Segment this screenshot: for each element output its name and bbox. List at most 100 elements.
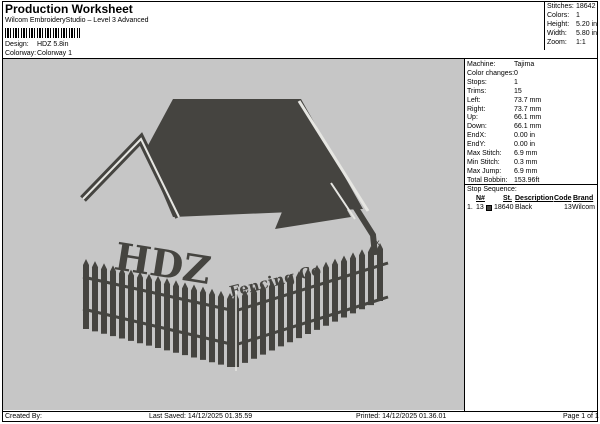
info-value: 0.00 in <box>514 141 536 149</box>
worksheet-title: Production Worksheet <box>5 2 133 16</box>
fence-picket <box>128 269 134 341</box>
info-value: 73.7 mm <box>514 96 542 104</box>
fence-picket <box>182 282 188 356</box>
barcode <box>5 28 80 38</box>
fence-picket <box>368 246 374 306</box>
footer-printed: Printed: 14/12/2025 01.36.01 <box>356 413 447 420</box>
machine-info-row: Right: 73.7 mm <box>467 105 541 113</box>
hdz-lettering: HDZ <box>112 233 214 293</box>
fence-picket <box>251 286 257 359</box>
stat-label: Height: <box>547 21 570 28</box>
row-description: Black <box>515 204 533 211</box>
fence-picket <box>92 261 98 332</box>
machine-info-row: EndX: 0.00 in <box>467 132 535 140</box>
row-index: 1. <box>467 204 473 211</box>
fence-picket <box>242 289 248 363</box>
info-label: Trims: <box>467 87 487 95</box>
header-n: N# <box>476 195 485 202</box>
info-value: 6.9 mm <box>514 150 538 157</box>
info-label: Max Stitch: <box>467 150 502 157</box>
stat-label: Width: <box>547 30 567 37</box>
machine-info-row: Machine: Tajima <box>467 61 534 68</box>
stat-value: 5.80 in <box>576 30 598 37</box>
machine-info-row: Up: 66.1 mm <box>467 114 541 121</box>
machine-info-row: EndY: 0.00 in <box>467 141 535 149</box>
info-value: 6.9 mm <box>514 167 538 175</box>
fence-picket <box>269 280 275 351</box>
colorway-field: Colorway: Colorway 1 <box>5 50 72 57</box>
info-value: 73.7 mm <box>514 105 542 113</box>
stat-height: Height: 5.20 in <box>547 21 597 28</box>
fence-picket <box>218 290 224 365</box>
machine-info-row: Color changes: 0 <box>467 69 518 77</box>
info-label: Min Stitch: <box>467 158 500 166</box>
header-brand: Brand <box>573 195 594 202</box>
info-value: 0.3 mm <box>514 158 538 166</box>
info-label: EndX: <box>467 132 487 140</box>
machine-info-row: Total Bobbin: 153.96ft <box>467 176 539 184</box>
stat-label: Zoom: <box>547 39 567 46</box>
stat-label: Colors: <box>547 12 570 19</box>
design-field: Design: HDZ 5.8in <box>5 41 69 48</box>
info-label: EndY: <box>467 141 486 149</box>
stop-sequence-divider <box>464 184 598 185</box>
machine-info-row: Trims: 15 <box>467 87 522 95</box>
stop-sequence-title: Stop Sequence: <box>467 186 517 193</box>
fence-picket <box>359 249 365 310</box>
header-st: St. <box>503 195 512 202</box>
colorway-label: Colorway: <box>5 50 37 57</box>
info-label: Down: <box>467 123 487 131</box>
footer-page: Page 1 of 1 <box>563 413 599 420</box>
design-label: Design: <box>5 41 29 48</box>
stat-label: Stitches: <box>547 3 574 10</box>
machine-info-row: Stops: 1 <box>467 79 518 86</box>
info-value: 66.1 mm <box>514 123 542 131</box>
stat-width: Width: 5.80 in <box>547 30 597 37</box>
software-subtitle: Wilcom EmbroideryStudio – Level 3 Advanc… <box>5 17 149 24</box>
fence-picket <box>341 255 347 318</box>
info-value: 15 <box>514 87 522 95</box>
info-value: Tajima <box>514 61 535 68</box>
info-label: Color changes: <box>467 69 515 77</box>
thread-color-swatch <box>486 205 492 211</box>
fence-picket <box>83 259 89 329</box>
design-value: HDZ 5.8in <box>37 41 69 48</box>
fence-picket <box>350 252 356 314</box>
stat-stitches: Stitches: 18642 <box>547 3 595 10</box>
colorway-value: Colorway 1 <box>37 50 73 57</box>
header-description: Description <box>515 195 554 202</box>
fence-picket <box>191 284 197 358</box>
fence-picket <box>146 273 152 346</box>
info-label: Max Jump: <box>467 167 502 175</box>
machine-info-row: Max Jump: 6.9 mm <box>467 167 537 175</box>
row-brand: Wilcom <box>572 204 595 211</box>
fence-picket <box>377 243 383 301</box>
stat-value: 5.20 in <box>576 21 598 28</box>
footer-divider <box>3 411 598 412</box>
info-label: Total Bobbin: <box>467 176 508 184</box>
footer-created-by: Created By: <box>5 413 42 420</box>
roof-small-outline <box>346 195 378 256</box>
fence-picket <box>164 278 170 351</box>
fence-picket <box>278 277 284 347</box>
row-code: 13 <box>564 204 572 211</box>
stat-value: 1 <box>576 12 580 19</box>
info-value: 0 <box>514 69 518 77</box>
design-preview: HDZ Fencing Co x <box>3 59 464 410</box>
row-st: 18640 <box>494 204 514 211</box>
fence-picket <box>137 271 143 344</box>
info-value: 0.00 in <box>514 132 536 140</box>
fence-picket <box>260 283 266 355</box>
stat-colors: Colors: 1 <box>547 12 580 19</box>
stat-value: 18642 <box>576 3 596 10</box>
stat-zoom: Zoom: 1:1 <box>547 39 586 46</box>
info-label: Right: <box>467 105 486 113</box>
machine-info-row: Down: 66.1 mm <box>467 123 541 131</box>
stat-value: 1:1 <box>576 39 586 46</box>
info-value: 153.96ft <box>514 176 540 184</box>
info-value: 1 <box>514 78 518 86</box>
fence-picket <box>173 280 179 353</box>
header-code: Code <box>554 195 572 202</box>
info-value: 66.1 mm <box>514 114 542 122</box>
fence-picket <box>155 276 161 348</box>
